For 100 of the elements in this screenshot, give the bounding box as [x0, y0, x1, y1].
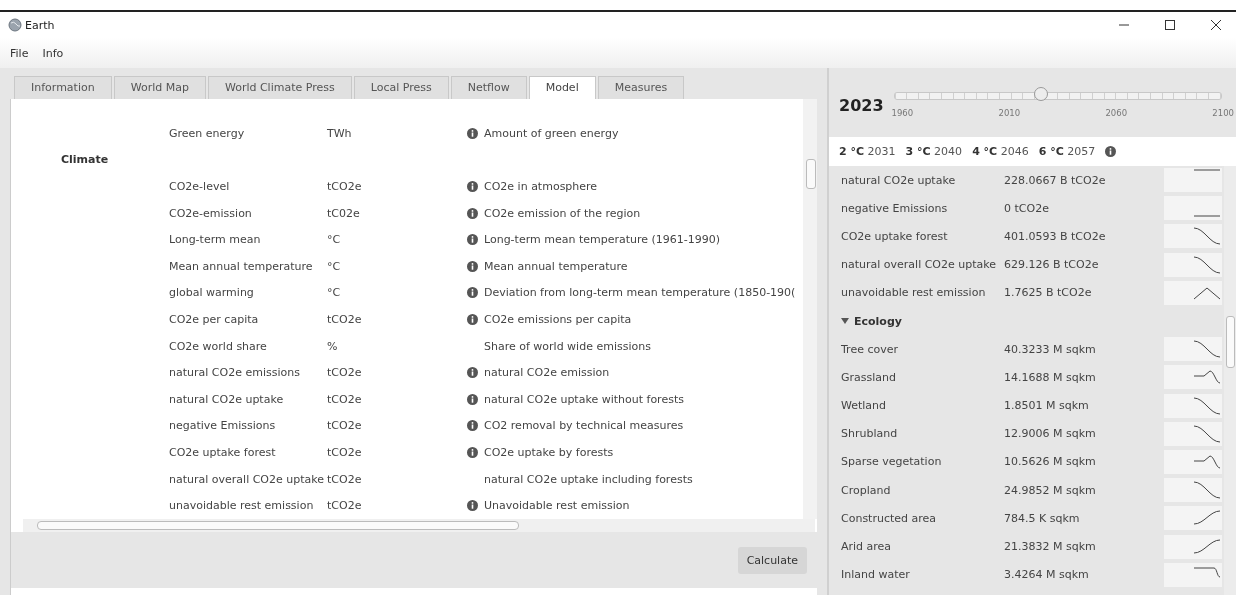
indicator-value: 40.3233 M sqkm [1004, 342, 1097, 356]
variable-description: natural CO2e uptake including forests [484, 472, 693, 486]
unit-label: tCO2e [327, 499, 363, 513]
unit-label: °C [327, 259, 342, 273]
info-icon[interactable] [1105, 146, 1117, 157]
axis-label: 2010 [998, 107, 1021, 118]
indicator-value: 0 tCO2e [1004, 201, 1050, 215]
unit-label: % [327, 339, 339, 353]
vertical-scrollbar[interactable] [803, 99, 817, 519]
warming-threshold: 2 °C 2031 [839, 145, 896, 158]
variable-name: CO2e per capita [168, 312, 260, 326]
variable-name: CO2e uptake forest [168, 445, 277, 459]
variable-name: Green energy [168, 126, 246, 140]
info-icon[interactable] [467, 446, 478, 458]
info-icon[interactable] [467, 260, 478, 272]
indicator-name: Shrubland [841, 427, 899, 441]
info-icon[interactable] [467, 207, 478, 219]
unit-label: °C [327, 286, 342, 300]
unit-label: tCO2e [327, 312, 363, 326]
info-icon[interactable] [467, 234, 478, 246]
indicator-name: unavoidable rest emission [841, 286, 987, 300]
indicator-name: negative Emissions [841, 201, 949, 215]
tab[interactable]: Model [528, 76, 596, 99]
indicator-name: CO2e uptake forest [841, 229, 949, 243]
indicator-value: 1.8501 M sqkm [1004, 399, 1090, 413]
unit-label: tCO2e [327, 472, 363, 486]
variable-description: Share of world wide emissions [484, 339, 651, 353]
variable-name: Mean annual temperature [168, 259, 314, 273]
axis-label: 2060 [1105, 107, 1128, 118]
info-icon[interactable] [467, 420, 478, 432]
unit-label: °C [327, 233, 342, 247]
info-icon[interactable] [467, 367, 478, 379]
unit-label: tCO2e [327, 419, 363, 433]
variable-description: Unavoidable rest emission [484, 499, 630, 513]
vertical-scrollbar[interactable] [1224, 166, 1236, 595]
indicator-value: 14.1688 M sqkm [1004, 370, 1097, 384]
variable-description: CO2 removal by technical measures [484, 419, 684, 433]
group-heading: Climate [60, 153, 109, 167]
variable-name: natural overall CO2e uptake [168, 472, 326, 486]
tab[interactable]: Netflow [450, 76, 527, 99]
unit-label: tCO2e [327, 445, 363, 459]
indicator-name: Wetland [841, 399, 888, 413]
variable-name: CO2e-emission [168, 206, 253, 220]
indicator-name: Constructed area [841, 511, 938, 525]
indicator-name: Inland water [841, 568, 911, 582]
globe-icon [8, 18, 22, 32]
menu-item[interactable]: Info [42, 46, 64, 60]
caret-icon[interactable] [841, 317, 849, 326]
menu-item[interactable]: File [10, 46, 29, 60]
window-title: Earth [25, 18, 55, 32]
variable-name: global warming [168, 286, 255, 300]
variable-name: CO2e-level [168, 180, 231, 193]
indicator-value: 21.3832 M sqkm [1004, 540, 1097, 554]
variable-description: natural CO2e uptake without forests [484, 392, 684, 406]
tab[interactable]: World Climate Press [207, 76, 352, 99]
indicator-name: Cropland [841, 483, 892, 497]
horizontal-scrollbar[interactable] [23, 519, 815, 532]
indicator-name: Grassland [841, 370, 897, 384]
maximize-icon[interactable] [1164, 19, 1176, 31]
indicator-value: 629.126 B tCO2e [1004, 258, 1100, 272]
variable-name: natural CO2e uptake [168, 392, 285, 406]
indicator-name: natural CO2e uptake [841, 173, 957, 187]
tab[interactable]: Measures [597, 76, 685, 99]
axis-label: 1960 [891, 107, 914, 118]
unit-label: tCO2e [327, 392, 363, 406]
variable-description: CO2e emissions per capita [484, 312, 632, 326]
group-heading[interactable]: Ecology [854, 314, 902, 328]
indicator-value: 784.5 K sqkm [1004, 511, 1081, 525]
indicator-value: 1.7625 B tCO2e [1004, 286, 1093, 300]
unit-label: tCO2e [327, 366, 363, 380]
indicator-value: 3.4264 M sqkm [1004, 568, 1090, 582]
info-icon[interactable] [467, 393, 478, 405]
variable-name: unavoidable rest emission [168, 499, 315, 513]
info-icon[interactable] [467, 313, 478, 325]
warming-threshold: 6 °C 2057 [1038, 145, 1096, 158]
info-icon[interactable] [467, 127, 478, 139]
info-icon[interactable] [467, 500, 478, 512]
unit-label: tC02e [327, 206, 361, 220]
indicator-name: Tree cover [841, 342, 899, 356]
variable-name: CO2e world share [168, 339, 268, 353]
indicator-name: natural overall CO2e uptake [841, 258, 998, 272]
variable-description: CO2e uptake by forests [484, 445, 614, 459]
variable-description: CO2e in atmosphere [484, 180, 598, 193]
tab[interactable]: Local Press [353, 76, 449, 99]
slider-thumb[interactable] [1034, 86, 1049, 101]
variable-name: negative Emissions [168, 419, 277, 433]
variable-description: Mean annual temperature [484, 259, 628, 273]
info-icon[interactable] [467, 287, 478, 299]
unit-label: TWh [327, 126, 353, 140]
close-icon[interactable] [1210, 19, 1222, 31]
indicator-value: 228.0667 B tCO2e [1004, 173, 1107, 187]
warming-threshold: 3 °C 2040 [905, 145, 963, 158]
info-icon[interactable] [467, 181, 478, 192]
warming-threshold: 4 °C 2046 [972, 145, 1029, 158]
tab[interactable]: Information [14, 76, 112, 99]
variable-description: Amount of green energy [484, 126, 619, 140]
calculate-button[interactable]: Calculate [737, 546, 807, 574]
variable-name: natural CO2e emissions [168, 366, 301, 380]
indicator-value: 401.0593 B tCO2e [1004, 229, 1107, 243]
tab[interactable]: World Map [113, 76, 206, 99]
